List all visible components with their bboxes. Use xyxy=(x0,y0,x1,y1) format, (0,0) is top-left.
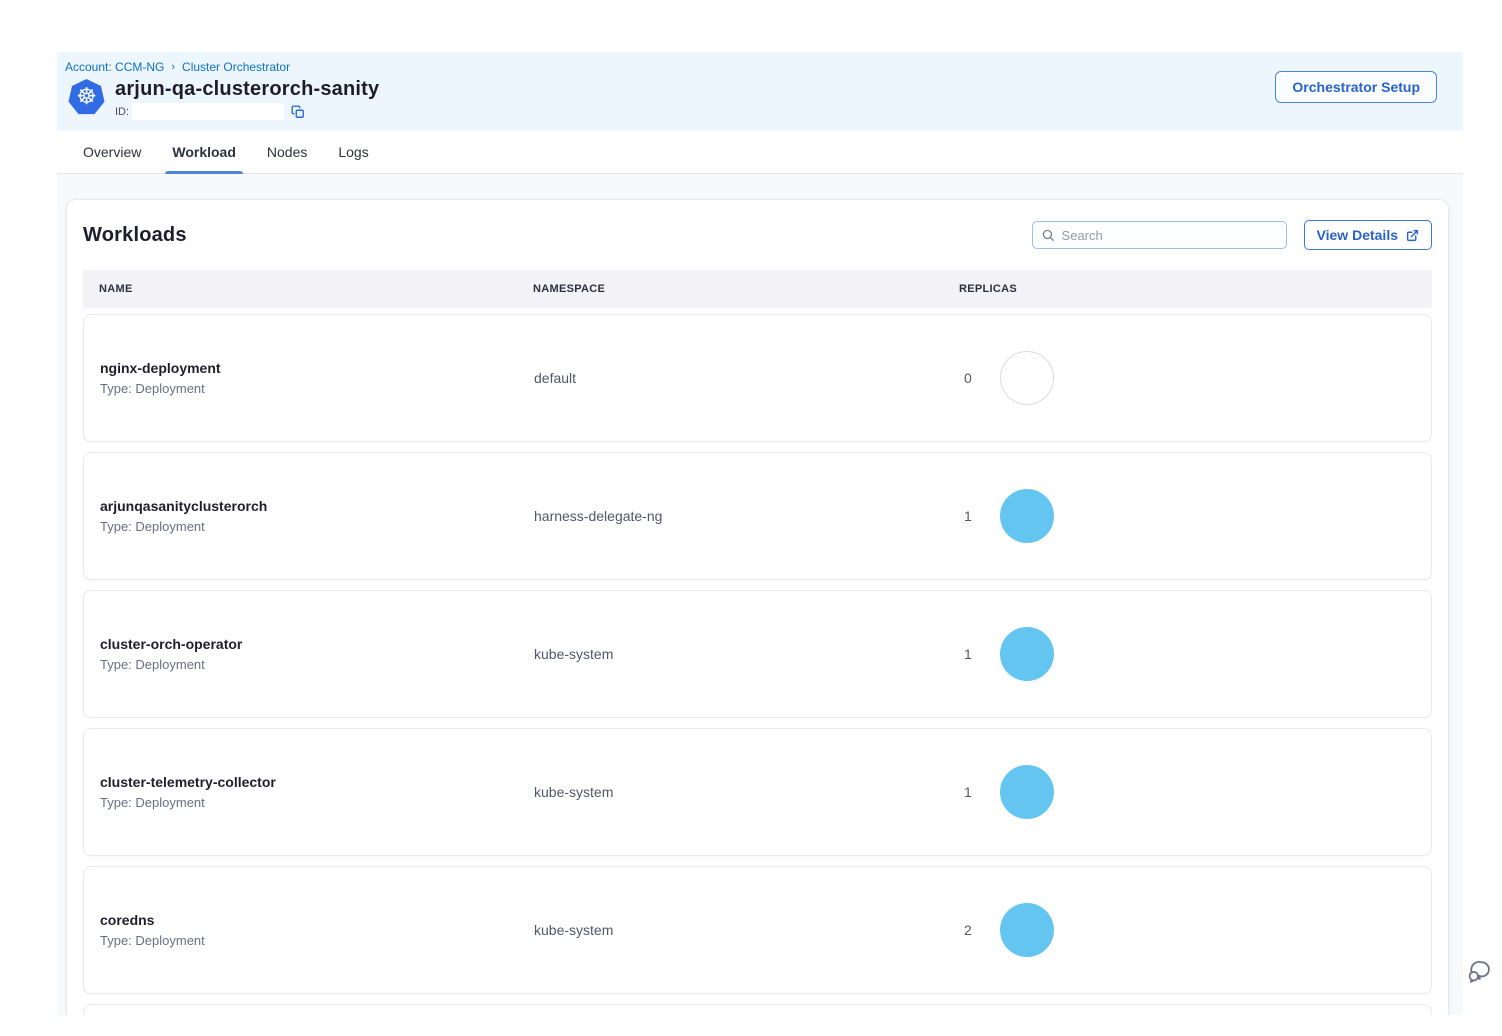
tab-workload[interactable]: Workload xyxy=(172,131,236,173)
column-header-namespace: NAMESPACE xyxy=(533,283,959,295)
workload-type: Type: Deployment xyxy=(100,795,534,810)
workload-namespace: default xyxy=(534,370,960,386)
cluster-id-redacted xyxy=(132,103,284,120)
replica-count: 0 xyxy=(964,370,976,386)
column-header-replicas: REPLICAS xyxy=(959,283,1416,295)
breadcrumb-section-link[interactable]: Cluster Orchestrator xyxy=(182,60,290,74)
workload-type: Type: Deployment xyxy=(100,519,534,534)
workload-namespace: kube-system xyxy=(534,922,960,938)
workload-rows: nginx-deployment Type: Deployment defaul… xyxy=(83,314,1432,1015)
workload-type: Type: Deployment xyxy=(100,381,534,396)
column-header-name: NAME xyxy=(99,283,533,295)
search-box xyxy=(1032,221,1287,249)
table-row[interactable]: cluster-orch-operator Type: Deployment k… xyxy=(83,590,1432,718)
workloads-panel: Workloads View Details xyxy=(67,200,1448,1015)
external-link-icon xyxy=(1406,229,1419,242)
page-header: Account: CCM-NG › Cluster Orchestrator ☸… xyxy=(57,52,1463,131)
replica-status-circle xyxy=(1000,489,1054,543)
workloads-title: Workloads xyxy=(83,224,187,247)
breadcrumb: Account: CCM-NG › Cluster Orchestrator xyxy=(65,60,1437,74)
tab-logs[interactable]: Logs xyxy=(338,131,368,173)
cluster-id-label: ID: xyxy=(115,106,129,118)
table-row[interactable]: cluster-telemetry-collector Type: Deploy… xyxy=(83,728,1432,856)
replica-count: 2 xyxy=(964,922,976,938)
workload-name: coredns xyxy=(100,912,534,928)
workload-type: Type: Deployment xyxy=(100,933,534,948)
table-row[interactable]: coredns Type: Deployment kube-system 2 xyxy=(83,866,1432,994)
view-details-label: View Details xyxy=(1317,227,1398,243)
workload-namespace: kube-system xyxy=(534,646,960,662)
view-details-button[interactable]: View Details xyxy=(1304,220,1432,250)
orchestrator-setup-button[interactable]: Orchestrator Setup xyxy=(1275,71,1437,103)
chat-icon[interactable] xyxy=(1464,956,1494,986)
replica-count: 1 xyxy=(964,508,976,524)
workload-namespace: harness-delegate-ng xyxy=(534,508,960,524)
table-row-partial[interactable] xyxy=(83,1004,1432,1015)
tab-overview[interactable]: Overview xyxy=(83,131,141,173)
replica-status-circle xyxy=(1000,903,1054,957)
app-window: Account: CCM-NG › Cluster Orchestrator ☸… xyxy=(57,52,1463,1015)
workload-namespace: kube-system xyxy=(534,784,960,800)
tab-content: Workloads View Details xyxy=(57,174,1463,1015)
breadcrumb-account-link[interactable]: Account: CCM-NG xyxy=(65,60,164,74)
workload-name: nginx-deployment xyxy=(100,360,534,376)
workload-name: cluster-orch-operator xyxy=(100,636,534,652)
table-row[interactable]: nginx-deployment Type: Deployment defaul… xyxy=(83,314,1432,442)
table-row[interactable]: arjunqasanityclusterorch Type: Deploymen… xyxy=(83,452,1432,580)
replica-status-circle xyxy=(1000,627,1054,681)
tab-bar: Overview Workload Nodes Logs xyxy=(57,131,1463,174)
kubernetes-icon: ☸ xyxy=(68,79,105,116)
replica-count: 1 xyxy=(964,784,976,800)
search-input[interactable] xyxy=(1062,228,1278,243)
tab-label: Workload xyxy=(172,144,236,160)
workload-type: Type: Deployment xyxy=(100,657,534,672)
breadcrumb-chevron-icon: › xyxy=(171,61,175,73)
page-title: arjun-qa-clusterorch-sanity xyxy=(115,77,379,101)
tab-label: Logs xyxy=(338,144,368,160)
table-header: NAMENAMESPACEREPLICAS xyxy=(83,270,1432,308)
copy-icon[interactable] xyxy=(291,105,305,119)
search-icon xyxy=(1041,228,1055,242)
cluster-title-row: ☸ arjun-qa-clusterorch-sanity ID: xyxy=(68,77,1437,120)
replica-status-circle xyxy=(1000,351,1054,405)
replica-count: 1 xyxy=(964,646,976,662)
workload-name: cluster-telemetry-collector xyxy=(100,774,534,790)
tab-label: Nodes xyxy=(267,144,307,160)
replica-status-circle xyxy=(1000,765,1054,819)
workload-name: arjunqasanityclusterorch xyxy=(100,498,534,514)
tab-nodes[interactable]: Nodes xyxy=(267,131,307,173)
tab-label: Overview xyxy=(83,144,141,160)
